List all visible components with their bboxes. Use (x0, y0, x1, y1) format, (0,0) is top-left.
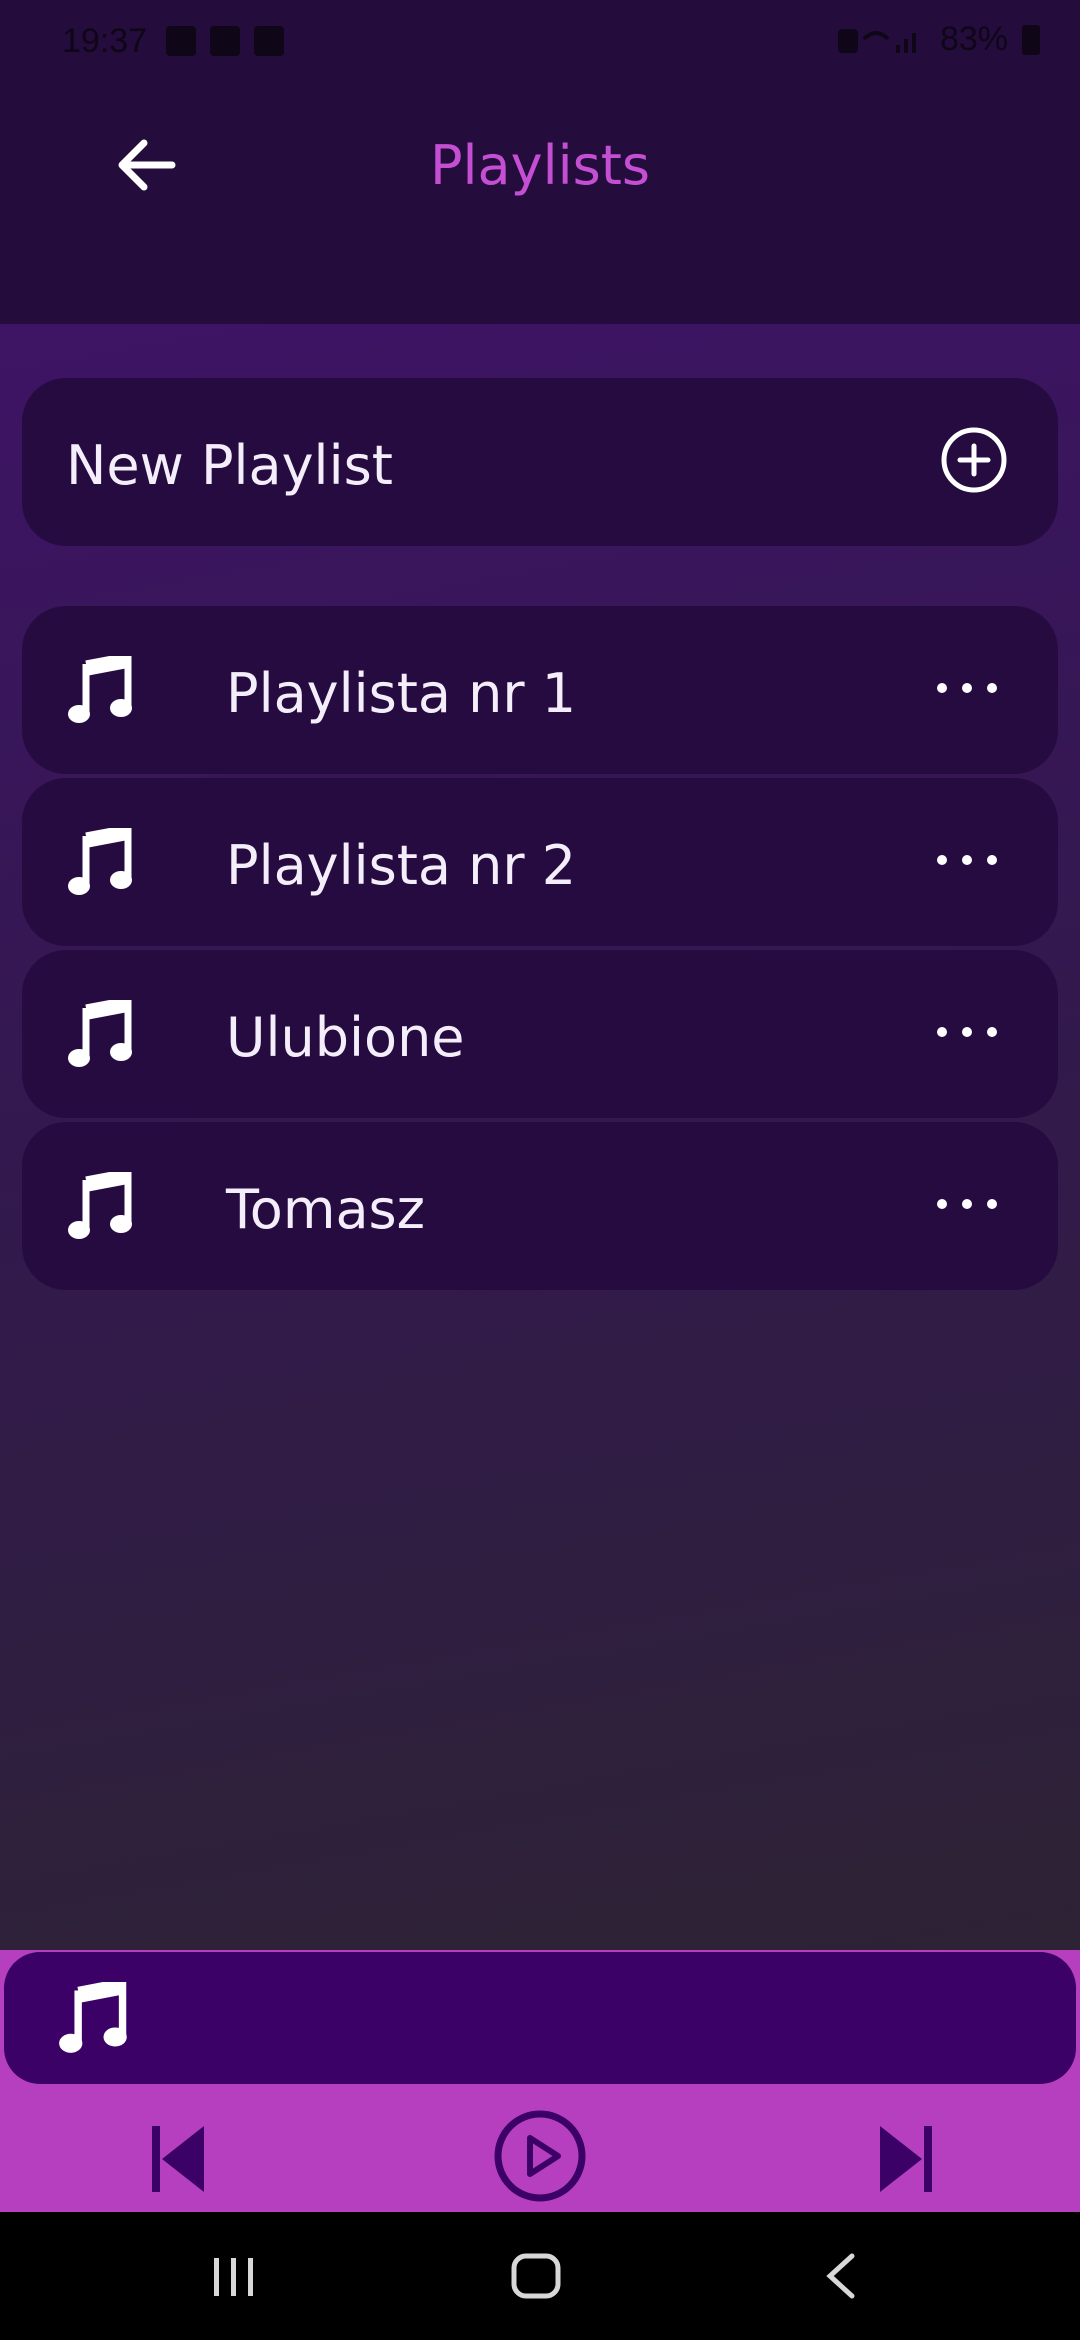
player-bar (0, 1950, 1080, 2212)
system-nav-bar (0, 2212, 1080, 2340)
plus-circle-icon (941, 427, 1007, 493)
more-horizontal-icon[interactable] (934, 850, 1000, 870)
playlist-name: Playlista nr 2 (226, 834, 577, 897)
skip-previous-icon[interactable] (148, 2118, 208, 2198)
battery-icon (1022, 24, 1040, 55)
playlist-content: New Playlist Playlista nr 1 Playlista nr… (0, 324, 1080, 1950)
skip-next-icon[interactable] (876, 2118, 936, 2198)
now-playing-bar[interactable] (4, 1952, 1076, 2084)
playlist-item[interactable]: Ulubione (22, 950, 1058, 1118)
status-bar: 19:37 83% (0, 0, 1080, 84)
music-note-icon (68, 828, 132, 895)
home-icon[interactable] (510, 2248, 564, 2304)
music-note-icon (68, 656, 132, 723)
gallery-icon (166, 26, 196, 56)
playlist-item[interactable]: Playlista nr 2 (22, 778, 1058, 946)
playlist-name: Tomasz (226, 1178, 426, 1241)
status-right: 83% (836, 20, 1040, 59)
new-playlist-label: New Playlist (66, 434, 393, 497)
playlist-name: Playlista nr 1 (226, 662, 577, 725)
more-horizontal-icon[interactable] (934, 678, 1000, 698)
music-note-icon (59, 1982, 127, 2053)
recents-icon[interactable] (212, 2248, 256, 2304)
music-note-icon (68, 1000, 132, 1067)
status-time: 19:37 (62, 22, 148, 60)
more-horizontal-icon[interactable] (934, 1194, 1000, 1214)
media-icon (254, 26, 284, 56)
play-circle-icon[interactable] (492, 2108, 588, 2204)
new-playlist-button[interactable]: New Playlist (22, 378, 1058, 546)
music-note-icon (68, 1172, 132, 1239)
playlist-name: Ulubione (226, 1006, 465, 1069)
playlist-item[interactable]: Tomasz (22, 1122, 1058, 1290)
grid-app-icon (210, 26, 240, 56)
page-title: Playlists (429, 134, 651, 197)
more-horizontal-icon[interactable] (934, 1022, 1000, 1042)
notification-icons (166, 26, 284, 56)
playlist-item[interactable]: Playlista nr 1 (22, 606, 1058, 774)
battery-level: 83% (939, 20, 1008, 58)
app-header: Playlists (0, 84, 1080, 324)
back-icon[interactable] (822, 2248, 858, 2304)
signal-icon (837, 28, 916, 53)
